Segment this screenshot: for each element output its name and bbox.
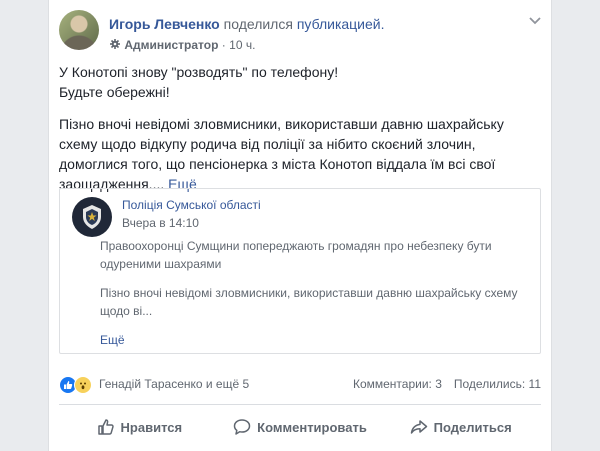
police-badge-icon <box>83 205 101 229</box>
share-button[interactable]: Поделиться <box>380 410 541 444</box>
share-label: Поделиться <box>433 419 512 435</box>
shared-publication-link[interactable]: публикацией. <box>297 16 385 32</box>
post-headline-2: Будьте обережні! <box>59 84 170 100</box>
comments-count[interactable]: Комментарии: 3 <box>353 377 442 391</box>
author-name[interactable]: Игорь Левченко <box>109 16 220 32</box>
thumbs-up-icon <box>97 418 115 436</box>
shared-verb: поделился <box>223 16 293 32</box>
chevron-down-icon[interactable] <box>529 12 541 28</box>
role-label: Администратор <box>124 38 219 52</box>
reactions-bar: Генадій Тарасенко и ещё 5 Комментарии: 3… <box>59 376 541 394</box>
post-headline-1: У Конотопі знову "розводять" по телефону… <box>59 64 339 80</box>
shared-text-2: Пізно вночі невідомі зловмисники, викори… <box>100 286 518 318</box>
post-body-text: Пізно вночі невідомі зловмисники, викори… <box>59 116 504 192</box>
shared-page-name[interactable]: Поліція Сумської області <box>122 198 261 212</box>
post-actions: Нравится Комментировать Поделиться <box>59 410 541 444</box>
meta-separator: · <box>221 38 226 52</box>
reaction-counts: Комментарии: 3 Поделились: 11 <box>353 377 541 391</box>
comment-button[interactable]: Комментировать <box>220 410 381 444</box>
wow-icon[interactable] <box>74 376 92 394</box>
reaction-icons[interactable] <box>59 376 92 394</box>
shared-post-body: Правоохоронці Сумщини попереджають грома… <box>100 237 528 349</box>
post-text: У Конотопі знову "розводять" по телефону… <box>59 62 539 194</box>
gear-icon <box>109 38 121 52</box>
post-body: Пізно вночі невідомі зловмисники, викори… <box>59 114 539 194</box>
post-header: Игорь Левченко поделился публикацией. Ад… <box>59 10 541 58</box>
post-time[interactable]: 10 ч. <box>229 38 255 52</box>
like-button[interactable]: Нравится <box>59 410 220 444</box>
author-line: Игорь Левченко поделился публикацией. <box>109 16 385 32</box>
shares-count[interactable]: Поделились: 11 <box>454 377 541 391</box>
shared-see-more-link[interactable]: Ещё <box>100 331 528 349</box>
page-avatar[interactable] <box>72 197 112 237</box>
reactors-text[interactable]: Генадій Тарасенко и ещё 5 <box>99 377 249 391</box>
shared-post[interactable]: Поліція Сумської області Вчера в 14:10 П… <box>59 188 541 354</box>
comment-icon <box>233 418 251 436</box>
comment-label: Комментировать <box>257 419 367 435</box>
share-icon <box>410 418 428 436</box>
shared-post-time[interactable]: Вчера в 14:10 <box>122 216 199 230</box>
post-card: Игорь Левченко поделился публикацией. Ад… <box>48 0 552 451</box>
post-meta: Администратор · 10 ч. <box>109 38 255 52</box>
shared-text-1: Правоохоронці Сумщини попереджають грома… <box>100 239 492 271</box>
actions-divider <box>59 404 541 405</box>
author-avatar[interactable] <box>59 10 99 50</box>
like-label: Нравится <box>120 419 183 435</box>
